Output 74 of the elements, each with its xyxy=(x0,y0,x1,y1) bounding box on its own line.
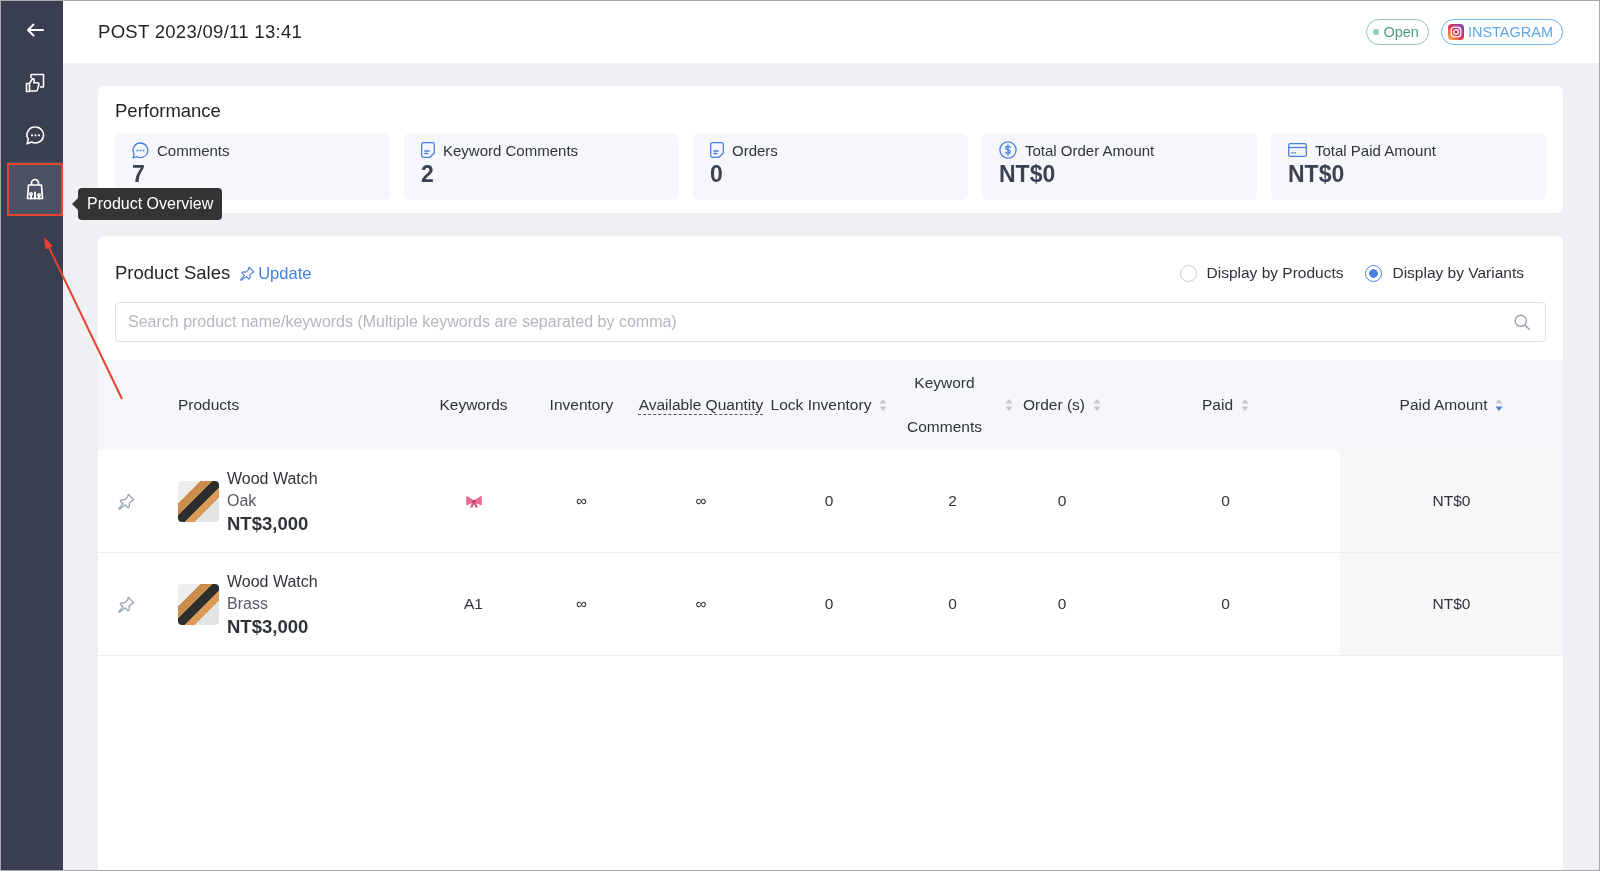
column-header: Products xyxy=(178,395,240,415)
bow-icon xyxy=(465,494,482,508)
table-cell: 0 xyxy=(1221,492,1230,510)
pin-icon[interactable] xyxy=(118,595,135,613)
table-cell: 2 xyxy=(948,492,957,510)
stat-value: 0 xyxy=(710,161,724,187)
column-header[interactable]: Keyword Comments xyxy=(892,361,997,449)
camera-icon xyxy=(1447,24,1464,40)
sort-icon[interactable] xyxy=(1495,398,1504,412)
table-cell: 0 xyxy=(824,492,834,510)
table-cell: ∞ xyxy=(575,595,588,613)
stat-value: NT$0 xyxy=(1288,161,1346,187)
document-icon xyxy=(421,142,435,158)
product-name: Wood Watch xyxy=(227,468,318,489)
table-cell: ∞ xyxy=(695,492,707,510)
column-header: Inventory xyxy=(549,395,614,415)
column-header[interactable]: Lock Inventory xyxy=(770,383,872,427)
radio-option[interactable]: Display by Variants xyxy=(1365,264,1524,282)
thumbs-up-icon xyxy=(25,72,45,93)
post-title: POST 2023/09/11 13:41 xyxy=(98,21,303,43)
product-photo xyxy=(178,480,219,522)
paid-amount-cell: NT$0 xyxy=(1340,450,1563,552)
update-link[interactable]: Update xyxy=(240,263,312,283)
paid-amount-cell: NT$0 xyxy=(1340,553,1563,655)
shopping-bag-icon xyxy=(24,177,46,200)
search-icon[interactable] xyxy=(1514,314,1530,330)
stat-label: Keyword Comments xyxy=(443,141,579,159)
table-cell: ∞ xyxy=(695,595,707,613)
table-cell: 0 xyxy=(948,595,957,613)
stat-label: Orders xyxy=(732,141,778,159)
product-price: NT$3,000 xyxy=(227,511,310,535)
highlight-box xyxy=(7,163,63,216)
pin-icon[interactable] xyxy=(118,492,135,510)
chat-icon xyxy=(25,126,45,145)
table-cell: 0 xyxy=(1221,595,1230,613)
table-cell: ∞ xyxy=(575,492,588,510)
table-cell: 0 xyxy=(824,595,834,613)
sort-icon[interactable] xyxy=(1093,398,1101,412)
stat-value: 7 xyxy=(132,161,146,187)
table-cell: 0 xyxy=(1057,492,1067,510)
column-header: Available Quantity xyxy=(638,395,764,415)
back-arrow-icon xyxy=(26,22,44,37)
radio-button[interactable] xyxy=(1365,264,1383,282)
tooltip: Product Overview xyxy=(72,188,223,220)
keyword-text: A1 xyxy=(464,595,483,613)
table-cell: 0 xyxy=(1057,595,1067,613)
column-header: Keywords xyxy=(439,395,508,415)
radio-option[interactable]: Display by Products xyxy=(1179,264,1344,282)
stat-label: Total Order Amount xyxy=(1025,141,1155,159)
status-dot-icon xyxy=(1373,29,1380,35)
chat-icon xyxy=(132,141,149,159)
column-header[interactable]: Order (s) xyxy=(1023,383,1085,427)
stat-label: Total Paid Amount xyxy=(1315,141,1436,159)
credit-card-icon xyxy=(1288,143,1307,157)
column-header[interactable]: Paid xyxy=(1202,383,1233,427)
section-title: Product Sales xyxy=(115,262,231,284)
product-variant: Brass xyxy=(227,593,269,614)
product-photo xyxy=(178,583,219,625)
search-field[interactable]: Search product name/keywords (Multiple keywords are separated by comma) xyxy=(115,302,1546,342)
radio-button[interactable] xyxy=(1179,264,1197,282)
stat-value: 2 xyxy=(421,161,435,187)
product-variant: Oak xyxy=(227,490,258,511)
sort-icon[interactable] xyxy=(879,398,888,412)
section-title: Performance xyxy=(115,100,222,122)
stat-label: Comments xyxy=(157,141,230,159)
stat-value: NT$0 xyxy=(999,161,1057,187)
sort-icon[interactable] xyxy=(1005,398,1013,412)
pin-icon[interactable] xyxy=(240,265,256,281)
product-name: Wood Watch xyxy=(227,571,318,592)
sort-icon[interactable] xyxy=(1241,398,1249,412)
column-header[interactable]: Paid Amount xyxy=(1399,383,1488,427)
document-icon xyxy=(710,142,724,158)
product-price: NT$3,000 xyxy=(227,614,310,638)
dollar-icon xyxy=(999,141,1017,159)
